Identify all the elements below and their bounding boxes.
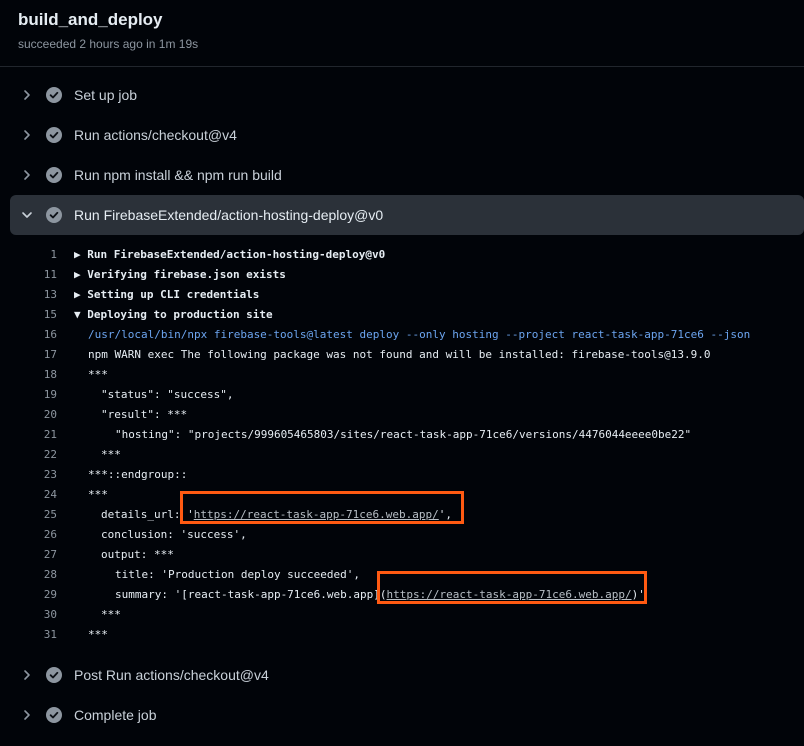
line-number: 11 [43,268,57,281]
log-text: *** [88,368,108,381]
log-text: *** [101,608,121,621]
log-line[interactable]: 15 ▼ Deploying to production site [0,305,804,325]
line-number: 30 [43,608,57,621]
log-line: 25 details_url: 'https://react-task-app-7… [0,505,804,525]
line-number: 25 [43,508,57,521]
log-line: 19 "status": "success", [0,385,804,405]
line-number: 16 [43,328,57,341]
chevron-right-icon [24,170,30,180]
check-circle-icon [46,667,62,683]
log-line: 24 *** [0,485,804,505]
line-number: 27 [43,548,57,561]
log-command: /usr/local/bin/npx firebase-tools@latest… [88,328,751,341]
line-number: 21 [43,428,57,441]
step-post-checkout[interactable]: Post Run actions/checkout@v4 [0,655,804,695]
log-text: *** [101,448,121,461]
step-label: Run npm install && npm run build [74,167,282,183]
step-hosting-deploy[interactable]: Run FirebaseExtended/action-hosting-depl… [10,195,804,235]
chevron-right-icon [24,90,30,100]
job-status: succeeded 2 hours ago in 1m 19s [18,37,199,51]
log-line: 28 title: 'Production deploy succeeded', [0,565,804,585]
line-number: 19 [43,388,57,401]
step-complete-job[interactable]: Complete job [0,695,804,735]
check-circle-icon [46,707,62,723]
summary-suffix: )' [631,588,645,601]
check-circle-icon [46,127,62,143]
log-text: summary: '[react-task-app-71ce6.web.app]… [115,585,645,605]
line-number: 20 [43,408,57,421]
line-number: 26 [43,528,57,541]
log-line: 16/usr/local/bin/npx firebase-tools@late… [0,325,804,345]
summary-key: summary: '[react-task-app-71ce6.web.app]… [115,588,387,601]
check-circle-icon [46,207,62,223]
log-text: ***::endgroup:: [88,468,188,481]
line-number: 18 [43,368,57,381]
step-set-up-job[interactable]: Set up job [0,75,804,115]
log-line: 18 *** [0,365,804,385]
line-number: 17 [43,348,57,361]
log-line: 31 *** [0,625,804,645]
log-group-toggle[interactable]: ▶ Run FirebaseExtended/action-hosting-de… [74,245,385,265]
step-label: Run FirebaseExtended/action-hosting-depl… [74,207,384,223]
log-line: 30 *** [0,605,804,625]
line-number: 23 [43,468,57,481]
log-group-toggle[interactable]: ▶ Verifying firebase.json exists [74,265,286,285]
line-number: 24 [43,488,57,501]
details-url-suffix: ', [438,508,453,521]
line-number: 28 [43,568,57,581]
chevron-right-icon [24,710,30,720]
line-number: 13 [43,288,57,301]
log-text: conclusion: 'success', [101,528,247,541]
log-text: title: 'Production deploy succeeded', [115,568,361,581]
log-line: 21 "hosting": "projects/999605465803/site… [0,425,804,445]
log-line: 23 ***::endgroup:: [0,465,804,485]
check-circle-icon [46,87,62,103]
log-line[interactable]: 13 ▶ Setting up CLI credentials [0,285,804,305]
check-circle-icon [46,167,62,183]
line-number: 22 [43,448,57,461]
log-line[interactable]: 11 ▶ Verifying firebase.json exists [0,265,804,285]
log-text: *** [88,488,108,501]
log-line: 17 npm WARN exec The following package wa… [0,345,804,365]
chevron-down-icon [22,212,32,218]
log-text: "hosting": "projects/999605465803/sites/… [115,428,692,441]
log-text: "result": *** [101,408,188,421]
chevron-right-icon [24,670,30,680]
log-group-toggle[interactable]: ▼ Deploying to production site [74,305,273,325]
chevron-right-icon [24,130,30,140]
step-log: 1 ▶ Run FirebaseExtended/action-hosting-d… [0,235,804,695]
summary-link[interactable]: https://react-task-app-71ce6.web.app/ [387,588,632,601]
steps-list-after: Post Run actions/checkout@v4 Complete jo… [0,655,804,735]
job-title: build_and_deploy [18,10,163,29]
line-number: 15 [43,308,57,321]
log-line: 20 "result": *** [0,405,804,425]
step-npm-install-build[interactable]: Run npm install && npm run build [0,155,804,195]
line-number: 29 [43,588,57,601]
log-group-toggle[interactable]: ▶ Setting up CLI credentials [74,285,259,305]
log-line: 22 *** [0,445,804,465]
log-text: npm WARN exec The following package was … [88,348,711,361]
details-url-link[interactable]: https://react-task-app-71ce6.web.app/ [194,508,439,521]
job-header: build_and_deploy succeeded 2 hours ago i… [0,0,804,67]
line-number: 31 [43,628,57,641]
line-number: 1 [50,248,57,261]
log-line: 26 conclusion: 'success', [0,525,804,545]
log-text: output: *** [101,548,174,561]
step-label: Set up job [74,87,138,103]
details-url-key: details_url: ' [101,508,194,521]
log-text: "status": "success", [101,388,234,401]
log-line[interactable]: 1 ▶ Run FirebaseExtended/action-hosting-d… [0,245,804,265]
log-line: 29 summary: '[react-task-app-71ce6.web.ap… [0,585,804,605]
step-label: Complete job [74,707,157,723]
step-label: Run actions/checkout@v4 [74,127,237,143]
steps-list: Set up job Run actions/checkout@v4 Run n… [0,67,804,235]
step-checkout[interactable]: Run actions/checkout@v4 [0,115,804,155]
log-text: *** [88,628,108,641]
log-text: details_url: 'https://react-task-app-71c… [101,505,452,525]
log-line: 27 output: *** [0,545,804,565]
step-label: Post Run actions/checkout@v4 [74,667,269,683]
